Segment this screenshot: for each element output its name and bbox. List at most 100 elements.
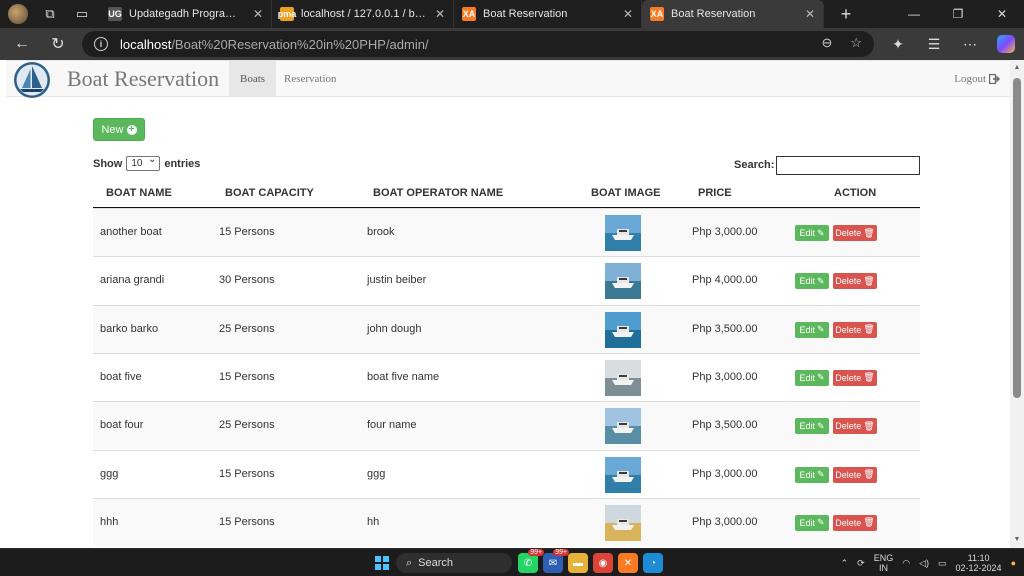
price-cell: Php 3,500.00 [692,419,758,432]
edit-button[interactable]: Edit ✎ [795,514,829,531]
edit-button[interactable]: Edit ✎ [795,273,829,290]
entries-select[interactable]: 10 [126,154,161,171]
table-row: boat five 15 Persons boat five name Php 3,0… [93,352,920,401]
header-boat-image[interactable]: BOAT IMAGE [591,187,660,199]
edit-button[interactable]: Edit ✎ [795,321,829,338]
logout-link[interactable]: Logout [954,61,1000,97]
chrome-icon[interactable]: ◉ [593,553,613,573]
edit-button[interactable]: Edit ✎ [795,418,829,435]
system-tray: ⌃ ⟳ ENG IN ◠ ◁) ▭ 11:10 02-12-2024 ● [841,553,1016,573]
site-info-icon[interactable]: i [94,37,108,51]
scroll-thumb[interactable] [1013,78,1021,398]
operator-cell: brook [367,226,395,238]
edit-button[interactable]: Edit ✎ [795,225,829,241]
tab-close-icon[interactable]: ✕ [615,7,633,21]
boat-name-cell: boat five [100,370,142,383]
tab-close-icon[interactable]: ✕ [245,7,263,21]
browser-tab-3[interactable]: XA Boat Reservation ✕ [642,0,824,28]
tab-actions-icon[interactable]: ▭ [72,4,92,24]
edit-button[interactable]: Edit ✎ [795,369,829,386]
price-cell: Php 3,000.00 [692,467,758,480]
mail-icon[interactable]: ✉ 99+ [543,549,569,573]
windows-start-icon[interactable] [375,556,389,570]
header-action[interactable]: ACTION [834,187,876,199]
edit-label: Edit [799,469,815,480]
header-boat-capacity[interactable]: BOAT CAPACITY [225,187,314,199]
delete-button[interactable]: Delete 🗑 [833,273,877,290]
scroll-down-icon[interactable]: ▼ [1013,536,1021,544]
edit-label: Edit [799,517,815,528]
edit-label: Edit [799,324,815,335]
xampp-icon[interactable]: ✕ [618,553,638,573]
close-window-icon[interactable]: ✕ [980,0,1024,28]
tab-title: Boat Reservation [483,8,568,20]
price-cell: Php 3,000.00 [692,226,758,238]
sync-icon[interactable]: ⟳ [857,558,865,569]
boat-image [605,359,641,396]
taskbar-search-label: Search [418,557,454,569]
edit-button[interactable]: Edit ✎ [795,466,829,483]
edit-label: Edit [799,276,815,287]
header-price[interactable]: PRICE [698,187,732,199]
edge-icon[interactable]: ◔ [643,553,663,573]
nav-reservation[interactable]: Reservation [273,61,348,97]
scroll-up-icon[interactable]: ▲ [1013,64,1021,72]
restore-icon[interactable]: ❐ [936,0,980,28]
whatsapp-icon[interactable]: ✆ 99+ [518,549,544,573]
new-tab-icon[interactable]: + [836,4,856,24]
wifi-icon[interactable]: ◠ [902,558,910,569]
header-operator-name[interactable]: BOAT OPERATOR NAME [373,187,503,199]
minimize-icon[interactable]: — [892,0,936,28]
taskbar-search[interactable]: ⌕ Search [396,553,512,573]
delete-button[interactable]: Delete 🗑 [833,321,877,338]
entries-length-control: Show 10 entries [93,154,200,171]
profile-avatar[interactable] [8,4,28,24]
copilot-icon[interactable] [988,35,1024,53]
logout-icon [989,74,1000,84]
search-input[interactable] [776,156,920,175]
trash-icon: 🗑 [863,420,875,431]
operator-cell: john dough [367,322,422,335]
site-brand[interactable]: Boat Reservation [67,66,219,92]
price-cell: Php 3,000.00 [692,515,758,528]
notification-bell-icon[interactable]: ● [1011,558,1016,568]
delete-button[interactable]: Delete 🗑 [833,369,877,386]
browser-tab-1[interactable]: pma localhost / 127.0.0.1 / boat / tou✕ [272,0,454,28]
extensions-icon[interactable]: ✦ [880,36,916,53]
tray-overflow-icon[interactable]: ⌃ [841,558,849,569]
battery-icon[interactable]: ▭ [938,558,947,569]
browser-tab-2[interactable]: XA Boat Reservation ✕ [454,0,642,28]
edit-label: Edit [799,228,815,238]
more-menu-icon[interactable]: ⋯ [952,36,988,53]
back-icon[interactable]: ← [8,30,36,58]
trash-icon: 🗑 [863,517,875,528]
url-bar[interactable]: i localhost/Boat%20Reservation%20in%20PH… [82,31,874,57]
table-row: hhh 15 Persons hh Php 3,000.00 Edit ✎ Delete 🗑 [93,497,920,546]
header-boat-name[interactable]: BOAT NAME [106,187,172,199]
new-boat-button[interactable]: New + [93,118,145,141]
clock[interactable]: 11:10 02-12-2024 [956,553,1002,573]
file-explorer-icon[interactable]: ▬ [568,553,588,573]
browser-tab-0[interactable]: UG Updategadh Programming - Up✕ [100,0,272,28]
zoom-icon[interactable]: ⊖ [821,35,832,51]
refresh-icon[interactable]: ↻ [44,30,72,58]
capacity-cell: 30 Persons [219,274,275,287]
lang-label: ENG [873,553,894,563]
page-scrollbar[interactable]: ▲ ▼ [1010,60,1024,548]
nav-boats[interactable]: Boats [229,61,277,97]
favorites-icon[interactable]: ☰ [916,36,952,53]
delete-label: Delete [835,421,862,432]
tab-close-icon[interactable]: ✕ [797,7,815,21]
delete-button[interactable]: Delete 🗑 [833,514,877,531]
delete-button[interactable]: Delete 🗑 [833,418,877,435]
favorite-star-icon[interactable]: ☆ [850,35,862,51]
language-indicator[interactable]: ENG IN [874,553,894,573]
delete-button[interactable]: Delete 🗑 [833,466,877,483]
delete-label: Delete [835,228,862,238]
delete-label: Delete [835,276,862,287]
tab-close-icon[interactable]: ✕ [427,7,445,21]
workspaces-icon[interactable]: ⧉ [40,4,60,24]
boat-name-cell: barko barko [100,322,159,335]
delete-button[interactable]: Delete 🗑 [833,225,877,241]
volume-icon[interactable]: ◁) [919,558,929,569]
